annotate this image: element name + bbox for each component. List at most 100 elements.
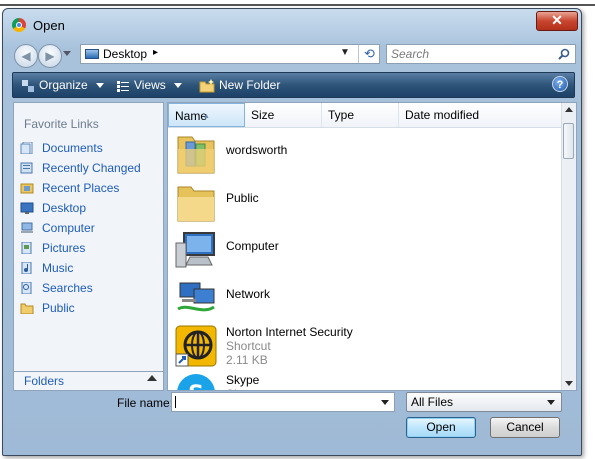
forward-arrow-icon: ▶ xyxy=(45,49,55,63)
refresh-button[interactable]: ⟲ xyxy=(358,45,380,63)
open-dialog: Open ✕ ◀ ▶ Desktop ▸ ▼ ⟲ Search Organize… xyxy=(2,8,582,456)
recently-changed-icon xyxy=(20,162,33,174)
searches-icon xyxy=(21,282,32,294)
column-label: Type xyxy=(328,108,355,122)
search-icon[interactable] xyxy=(558,48,570,60)
skype-shortcut-icon: S xyxy=(177,374,215,391)
norton-shortcut-icon xyxy=(175,325,217,367)
file-type: Shortcut xyxy=(226,387,271,390)
folders-label: Folders xyxy=(24,374,65,388)
cancel-button[interactable]: Cancel xyxy=(490,417,560,438)
sidebar-item-label: Music xyxy=(42,261,74,275)
column-headers: ▲ Name Size Type Date modified xyxy=(168,103,564,128)
organize-icon xyxy=(22,79,34,92)
sidebar-item-searches[interactable]: Searches xyxy=(20,279,93,297)
public-folder-icon xyxy=(20,303,34,314)
recent-pages-dropdown[interactable] xyxy=(63,51,71,56)
new-folder-label: New Folder xyxy=(219,78,281,92)
column-label: Date modified xyxy=(405,108,480,122)
sidebar-item-pictures[interactable]: Pictures xyxy=(20,239,85,257)
close-button[interactable]: ✕ xyxy=(536,11,578,31)
address-text[interactable]: Desktop xyxy=(103,47,147,61)
chevron-down-icon xyxy=(547,400,555,405)
sidebar-item-label: Searches xyxy=(42,281,93,295)
music-icon xyxy=(21,262,32,274)
window-title: Open xyxy=(33,18,65,33)
svg-text:S: S xyxy=(188,382,204,391)
views-button[interactable]: Views xyxy=(116,77,182,93)
file-size: 2.11 KB xyxy=(226,353,268,367)
views-icon xyxy=(117,80,129,92)
chrome-icon xyxy=(12,18,26,32)
organize-label: Organize xyxy=(39,78,88,92)
vertical-scrollbar[interactable] xyxy=(561,103,576,390)
scroll-down-icon[interactable] xyxy=(565,381,573,386)
organize-dropdown-icon xyxy=(95,83,104,89)
sidebar-item-label: Recently Changed xyxy=(42,161,141,175)
forward-button[interactable]: ▶ xyxy=(38,44,62,68)
column-header-type[interactable]: Type xyxy=(322,103,399,127)
sidebar-item-computer[interactable]: Computer xyxy=(20,219,95,237)
desktop-icon xyxy=(85,49,99,59)
new-folder-button[interactable]: New Folder xyxy=(199,77,280,93)
file-name: Network xyxy=(226,287,271,301)
open-button[interactable]: Open xyxy=(406,417,476,438)
scroll-thumb[interactable] xyxy=(563,123,574,159)
background-window-edge xyxy=(0,4,595,6)
sidebar-item-recent-places[interactable]: Recent Places xyxy=(20,179,119,197)
column-header-size[interactable]: Size xyxy=(245,103,322,127)
sidebar-item-recently-changed[interactable]: Recently Changed xyxy=(20,159,141,177)
computer-icon xyxy=(21,222,33,233)
folders-expander[interactable]: Folders xyxy=(13,371,164,391)
sidebar-item-music[interactable]: Music xyxy=(20,259,73,277)
help-button[interactable]: ? xyxy=(552,76,568,92)
sidebar-item-desktop[interactable]: Desktop xyxy=(20,199,86,217)
file-name: wordsworth xyxy=(226,143,288,157)
documents-icon xyxy=(20,142,33,154)
sidebar-item-public[interactable]: Public xyxy=(20,299,75,317)
column-header-name[interactable]: ▲ Name xyxy=(168,103,245,127)
network-icon xyxy=(177,282,215,312)
title-bar[interactable]: Open ✕ xyxy=(3,9,581,41)
sidebar-item-label: Public xyxy=(42,301,75,315)
computer-icon xyxy=(175,232,215,268)
file-name: Public xyxy=(226,191,259,205)
file-name-input[interactable] xyxy=(171,392,395,412)
search-input[interactable]: Search xyxy=(386,44,576,64)
address-dropdown-icon[interactable]: ▼ xyxy=(340,47,350,58)
organize-button[interactable]: Organize xyxy=(21,77,104,93)
file-name-dropdown-icon[interactable] xyxy=(381,400,389,405)
file-name: Skype xyxy=(226,373,260,387)
column-header-date-modified[interactable]: Date modified xyxy=(399,103,564,127)
folder-with-documents-icon xyxy=(177,136,215,174)
sidebar-item-label: Recent Places xyxy=(42,181,120,195)
file-type: Shortcut xyxy=(226,339,271,353)
search-placeholder: Search xyxy=(391,47,430,61)
new-folder-icon xyxy=(199,78,215,93)
file-type-filter[interactable]: All Files xyxy=(406,392,562,412)
file-type-filter-value: All Files xyxy=(411,395,454,409)
file-name-label: File name: xyxy=(117,396,174,410)
file-name: Computer xyxy=(226,239,279,253)
sidebar-item-label: Computer xyxy=(42,221,95,235)
sort-ascending-icon: ▲ xyxy=(203,113,210,120)
breadcrumb-chevron-icon[interactable]: ▸ xyxy=(153,47,158,58)
sidebar-item-label: Pictures xyxy=(42,241,86,255)
address-bar[interactable]: Desktop ▸ ▼ ⟲ xyxy=(80,44,380,64)
back-button[interactable]: ◀ xyxy=(14,44,38,68)
chevron-up-icon[interactable] xyxy=(147,375,157,381)
sidebar-item-label: Desktop xyxy=(42,201,87,215)
file-name: Norton Internet Security xyxy=(226,325,353,339)
column-label: Size xyxy=(251,108,275,122)
pictures-icon xyxy=(21,242,32,254)
command-toolbar: Organize Views New Folder ? xyxy=(12,72,575,98)
sidebar-item-label: Documents xyxy=(42,141,103,155)
navigation-bar: ◀ ▶ Desktop ▸ ▼ ⟲ Search xyxy=(3,41,581,69)
desktop-icon xyxy=(20,202,34,214)
sidebar-item-documents[interactable]: Documents xyxy=(20,139,103,157)
back-arrow-icon: ◀ xyxy=(21,49,31,63)
views-dropdown-icon xyxy=(173,83,182,89)
scroll-up-icon[interactable] xyxy=(565,107,573,112)
views-label: Views xyxy=(134,78,166,92)
file-list: ▲ Name Size Type Date modified wordswort… xyxy=(167,102,577,391)
